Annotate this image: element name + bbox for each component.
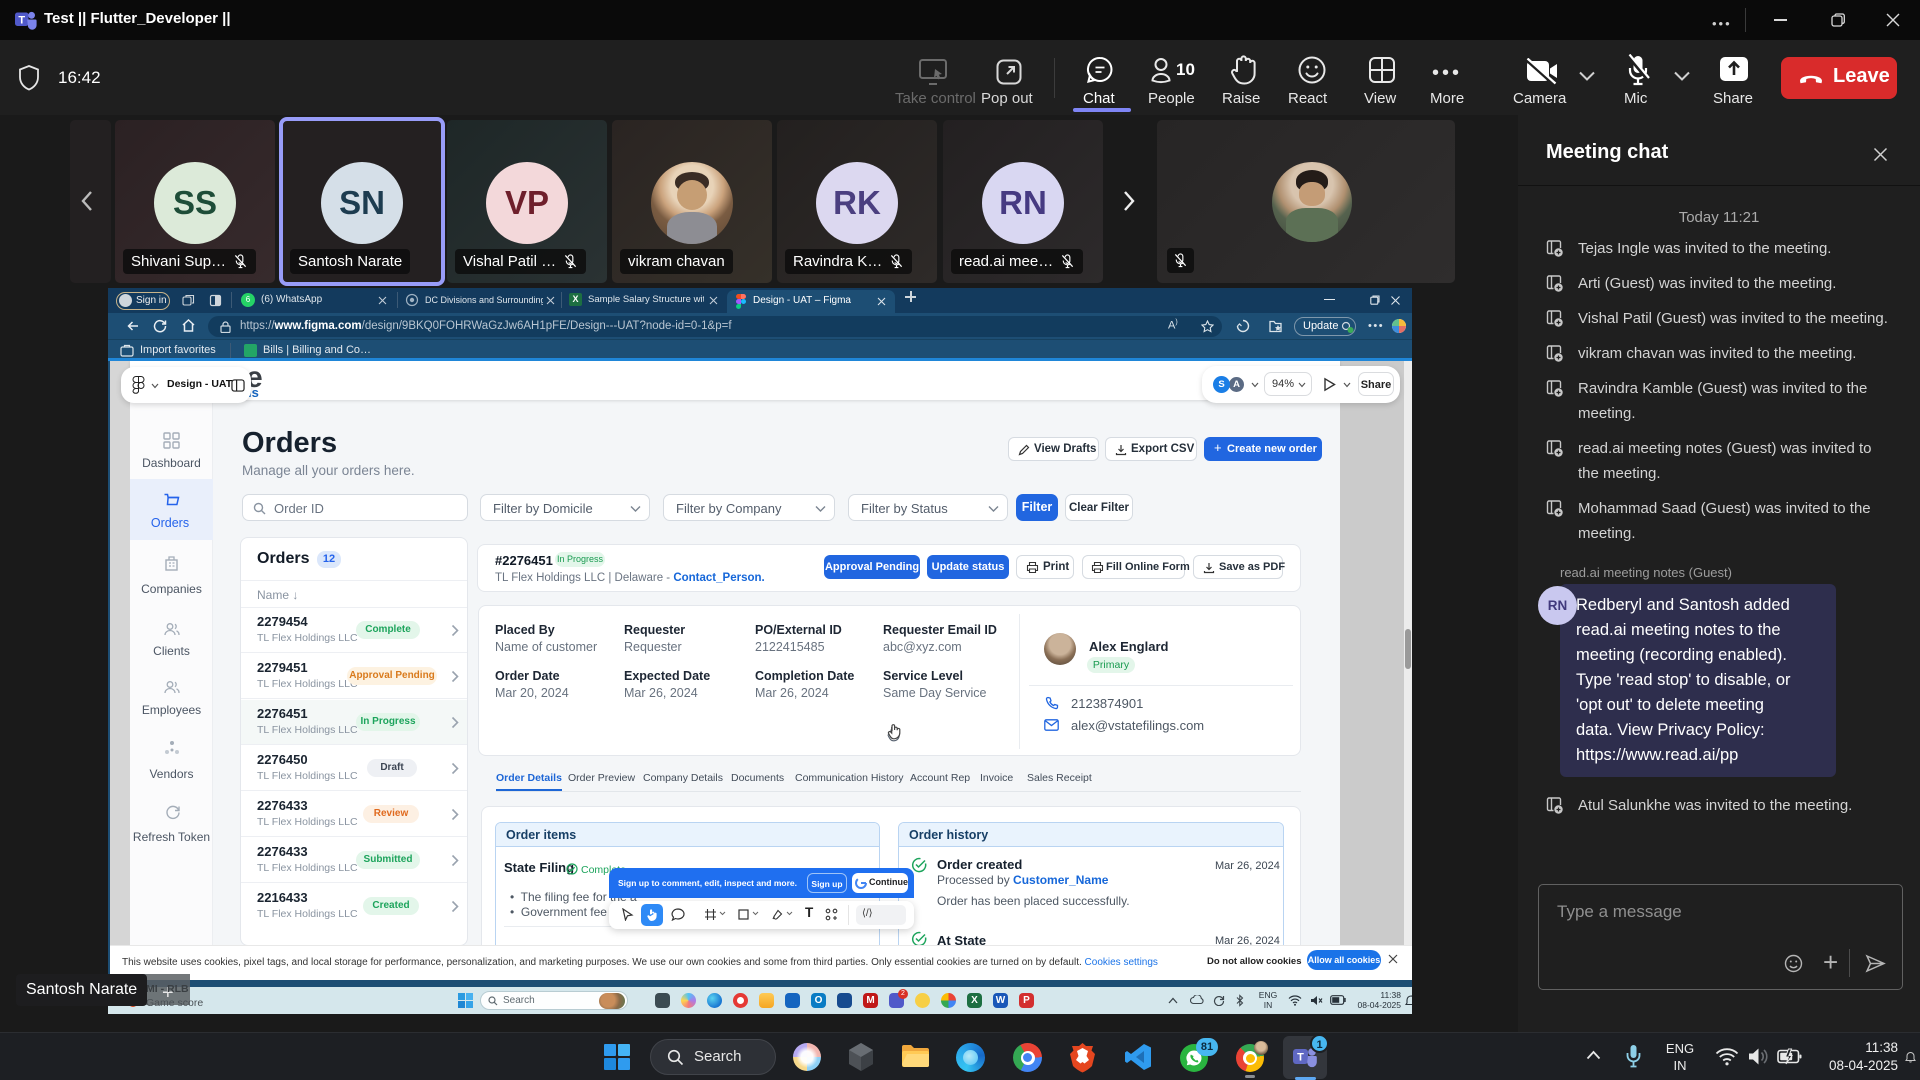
svg-text:T: T — [18, 14, 25, 26]
svg-text:T: T — [1297, 1052, 1304, 1064]
